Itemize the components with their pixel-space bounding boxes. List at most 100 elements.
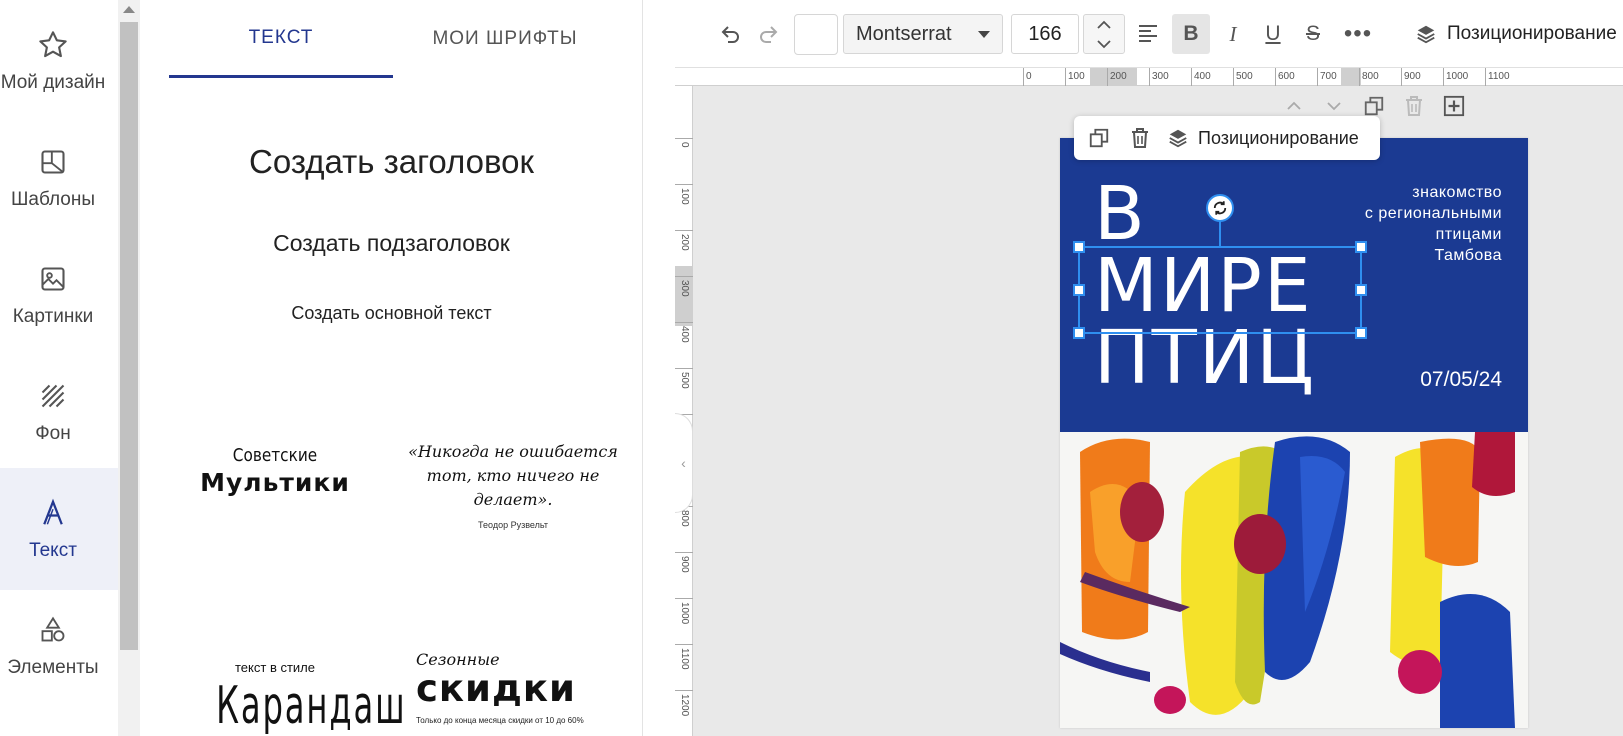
nav-item-background[interactable]: Фон: [0, 351, 118, 473]
nav-label: Мой дизайн: [0, 72, 106, 93]
ruler-tick: 600: [1275, 68, 1295, 86]
duplicate-element-button[interactable]: [1084, 123, 1114, 153]
trash-icon: [1406, 96, 1422, 116]
create-subheading-button[interactable]: Создать подзаголовок: [140, 230, 642, 257]
ruler-tick: 0: [675, 138, 693, 148]
create-body-text-button[interactable]: Создать основной текст: [140, 303, 642, 324]
text-template-quote[interactable]: «Никогда не ошибается тот, кто ничего не…: [402, 440, 624, 530]
template-quote-author: Теодор Рузвельт: [478, 520, 548, 530]
chevron-up-icon: [1287, 101, 1301, 110]
nav-label: Картинки: [12, 306, 94, 327]
tab-text[interactable]: ТЕКСТ: [169, 0, 393, 78]
font-size-stepper[interactable]: [1083, 14, 1125, 54]
design-page[interactable]: В МИРЕ ПТИЦ знакомство с региональными п…: [1060, 138, 1528, 728]
resize-handle-top-left[interactable]: [1073, 241, 1085, 253]
font-family-value: Montserrat: [856, 22, 952, 45]
nav-item-elements[interactable]: Элементы: [0, 585, 118, 707]
layers-icon: [1169, 129, 1187, 148]
delete-element-button[interactable]: [1125, 123, 1155, 153]
ruler-tick: 500: [675, 368, 693, 389]
copy-icon: [1089, 128, 1109, 148]
template-line: текст в стиле: [235, 660, 315, 675]
resize-handle-right[interactable]: [1355, 284, 1367, 296]
positioning-label: Позиционирование: [1447, 23, 1617, 44]
nav-label: Текст: [29, 540, 77, 561]
resize-handle-top-right[interactable]: [1355, 241, 1367, 253]
nav-scrollbar[interactable]: [118, 0, 140, 736]
resize-handle-bottom-right[interactable]: [1355, 327, 1367, 339]
tab-my-fonts[interactable]: МОИ ШРИФТЫ: [393, 0, 617, 78]
font-family-select[interactable]: Montserrat: [843, 14, 1003, 54]
text-template-seasonal-sale[interactable]: Сезонные скидки Только до конца месяца с…: [402, 650, 624, 725]
copy-icon: [1364, 96, 1384, 116]
strikethrough-button[interactable]: S: [1296, 14, 1330, 54]
collapse-panel-handle[interactable]: ‹: [675, 413, 693, 513]
add-page-button[interactable]: [1440, 92, 1468, 120]
shapes-icon: [36, 613, 70, 647]
ruler-tick: 400: [675, 322, 693, 343]
rotate-connector: [1219, 220, 1221, 246]
ruler-tick: 200: [1107, 68, 1127, 86]
template-quote-text: «Никогда не ошибается тот, кто ничего не…: [408, 442, 618, 509]
chevron-down-icon: [1097, 39, 1111, 48]
redo-icon: [760, 26, 778, 43]
ruler-tick: 1200: [675, 690, 693, 716]
nav-label: Фон: [35, 423, 71, 444]
poster-paint-strokes-image[interactable]: [1060, 432, 1528, 728]
star-icon: [36, 28, 70, 62]
text-template-pencil[interactable]: текст в стиле Карандаш: [180, 660, 405, 733]
ruler-tick: 1000: [675, 598, 693, 624]
chevron-up-icon: [1097, 20, 1111, 29]
nav-item-text[interactable]: Текст: [0, 468, 118, 590]
nav-label: Шаблоны: [10, 189, 96, 210]
app-window: Мой дизайн Шаблоны Картинки Фон Текст Эл…: [0, 0, 1623, 736]
increase-size-button[interactable]: [1083, 15, 1125, 34]
ruler-tick: 1100: [675, 644, 693, 670]
ruler-tick: 1100: [1485, 68, 1510, 86]
nav-item-templates[interactable]: Шаблоны: [0, 117, 118, 239]
selection-box[interactable]: [1073, 241, 1367, 339]
ruler-tick: 900: [1401, 68, 1421, 86]
poster-date[interactable]: 07/05/24: [1420, 368, 1502, 392]
bold-button[interactable]: B: [1172, 14, 1210, 54]
poster-subtitle[interactable]: знакомство с региональными птицами Тамбо…: [1365, 182, 1502, 266]
text-template-soviet-cartoons[interactable]: Советские Мультики: [180, 445, 370, 497]
scroll-up-arrow-icon[interactable]: [123, 6, 135, 13]
delete-page-button[interactable]: [1400, 92, 1428, 120]
rotate-icon: [1213, 201, 1227, 215]
more-options-button[interactable]: •••: [1338, 14, 1378, 54]
resize-handle-left[interactable]: [1073, 284, 1085, 296]
italic-button[interactable]: I: [1216, 14, 1250, 54]
layout-icon: [36, 145, 70, 179]
rotate-handle[interactable]: [1206, 194, 1234, 222]
font-size-input[interactable]: 166: [1011, 14, 1079, 54]
undo-icon: [721, 26, 739, 43]
nav-item-images[interactable]: Картинки: [0, 234, 118, 356]
resize-handle-bottom-left[interactable]: [1073, 327, 1085, 339]
add-icon: [1443, 95, 1465, 117]
ruler-tick: 400: [1191, 68, 1211, 86]
template-line: Мультики: [200, 468, 350, 497]
element-context-menu: Позиционирование: [1074, 116, 1380, 160]
positioning-label: Позиционирование: [1198, 127, 1359, 148]
element-positioning-button[interactable]: Позиционирование: [1167, 123, 1377, 153]
text-toolbar: Montserrat 166 B I U S ••• Позиционирова…: [675, 0, 1623, 68]
subtitle-line: знакомство: [1412, 184, 1502, 201]
image-icon: [36, 262, 70, 296]
decrease-size-button[interactable]: [1083, 34, 1125, 53]
text-color-picker[interactable]: [794, 14, 838, 55]
text-icon: [36, 496, 70, 530]
nav-item-my-design[interactable]: Мой дизайн: [0, 0, 118, 122]
create-heading-button[interactable]: Создать заголовок: [140, 143, 642, 181]
horizontal-ruler: 0 100 200 300 400 500 600 700 800 900 1000 1100: [675, 68, 1623, 86]
scrollbar-thumb[interactable]: [120, 22, 138, 650]
redo-button[interactable]: [750, 14, 786, 54]
background-pattern-icon: [36, 379, 70, 413]
positioning-button[interactable]: Позиционирование: [1415, 14, 1623, 54]
canvas-workspace[interactable]: 0 100 200 300 400 500 600 700 800 900 1000 1100 0 10…: [675, 68, 1623, 736]
underline-button[interactable]: U: [1256, 14, 1290, 54]
nav-label: Элементы: [7, 657, 99, 678]
align-button[interactable]: [1130, 14, 1166, 54]
template-line: скидки: [416, 667, 576, 710]
undo-button[interactable]: [713, 14, 749, 54]
